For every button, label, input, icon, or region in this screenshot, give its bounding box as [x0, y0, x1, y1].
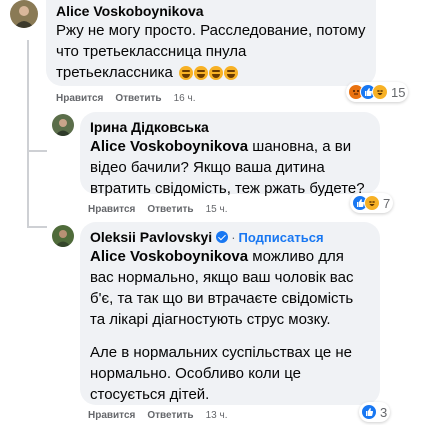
- comment-text-paragraph: Але в нормальних суспільствах це не норм…: [90, 344, 353, 403]
- like-button[interactable]: Нравится: [56, 93, 103, 104]
- comment-text: Alice Voskoboynikova можливо для вас нор…: [90, 246, 370, 330]
- haha-reaction-icon: [372, 84, 388, 100]
- like-reaction-icon: [361, 404, 377, 420]
- thread-line: [27, 40, 29, 152]
- comment-actions: Нравится Ответить 13 ч.: [88, 410, 227, 421]
- comment-time[interactable]: 16 ч.: [174, 93, 196, 104]
- comment-header: Oleksii Pavlovskyi · Подписаться: [90, 228, 370, 246]
- emoji-group: [178, 66, 239, 81]
- haha-reaction-icon: [364, 195, 380, 211]
- laugh-emoji: [223, 66, 238, 81]
- comment-text: Alice Voskoboynikova шановна, а ви відео…: [90, 136, 370, 199]
- comment-actions: Нравится Ответить 15 ч.: [88, 204, 227, 215]
- comment-actions: Нравится Ответить 16 ч.: [56, 93, 195, 104]
- laugh-emoji: [208, 66, 223, 81]
- separator-dot: ·: [231, 229, 236, 245]
- reaction-count: 15: [391, 84, 406, 100]
- reaction-summary[interactable]: 7: [350, 193, 394, 213]
- reply-button[interactable]: Ответить: [147, 410, 193, 421]
- reaction-count: 3: [380, 404, 388, 420]
- avatar[interactable]: [52, 114, 74, 136]
- like-button[interactable]: Нравится: [88, 410, 135, 421]
- reaction-summary[interactable]: 15: [346, 82, 409, 102]
- laugh-emoji: [178, 66, 193, 81]
- thread-line: [27, 226, 47, 228]
- avatar[interactable]: [52, 225, 74, 247]
- verified-badge-icon: [216, 231, 229, 243]
- reaction-count: 7: [383, 195, 391, 211]
- comment-author[interactable]: Alice Voskoboynikova: [56, 2, 366, 20]
- comment-time[interactable]: 13 ч.: [206, 410, 228, 421]
- comment-bubble: Alice Voskoboynikova Ржу не могу просто.…: [46, 0, 376, 86]
- comment-text: Ржу не могу просто. Расследование, потом…: [56, 20, 366, 83]
- comment-bubble: Ірина Дідковська Alice Voskoboynikova ша…: [80, 112, 380, 197]
- reply-button[interactable]: Ответить: [115, 93, 161, 104]
- avatar[interactable]: [10, 0, 38, 28]
- reply-button[interactable]: Ответить: [147, 204, 193, 215]
- mention-link[interactable]: Alice Voskoboynikova: [90, 138, 248, 155]
- comment-time[interactable]: 15 ч.: [206, 204, 228, 215]
- follow-button[interactable]: Подписаться: [239, 230, 324, 245]
- comment-bubble: Oleksii Pavlovskyi · Подписаться Alice V…: [80, 222, 380, 405]
- reaction-summary[interactable]: 3: [359, 402, 391, 422]
- comment-author[interactable]: Ірина Дідковська: [90, 118, 370, 136]
- mention-link[interactable]: Alice Voskoboynikova: [90, 248, 248, 265]
- thread-line: [27, 150, 29, 228]
- thread-line: [27, 150, 47, 152]
- like-button[interactable]: Нравится: [88, 204, 135, 215]
- laugh-emoji: [193, 66, 208, 81]
- comment-author[interactable]: Oleksii Pavlovskyi: [90, 228, 212, 246]
